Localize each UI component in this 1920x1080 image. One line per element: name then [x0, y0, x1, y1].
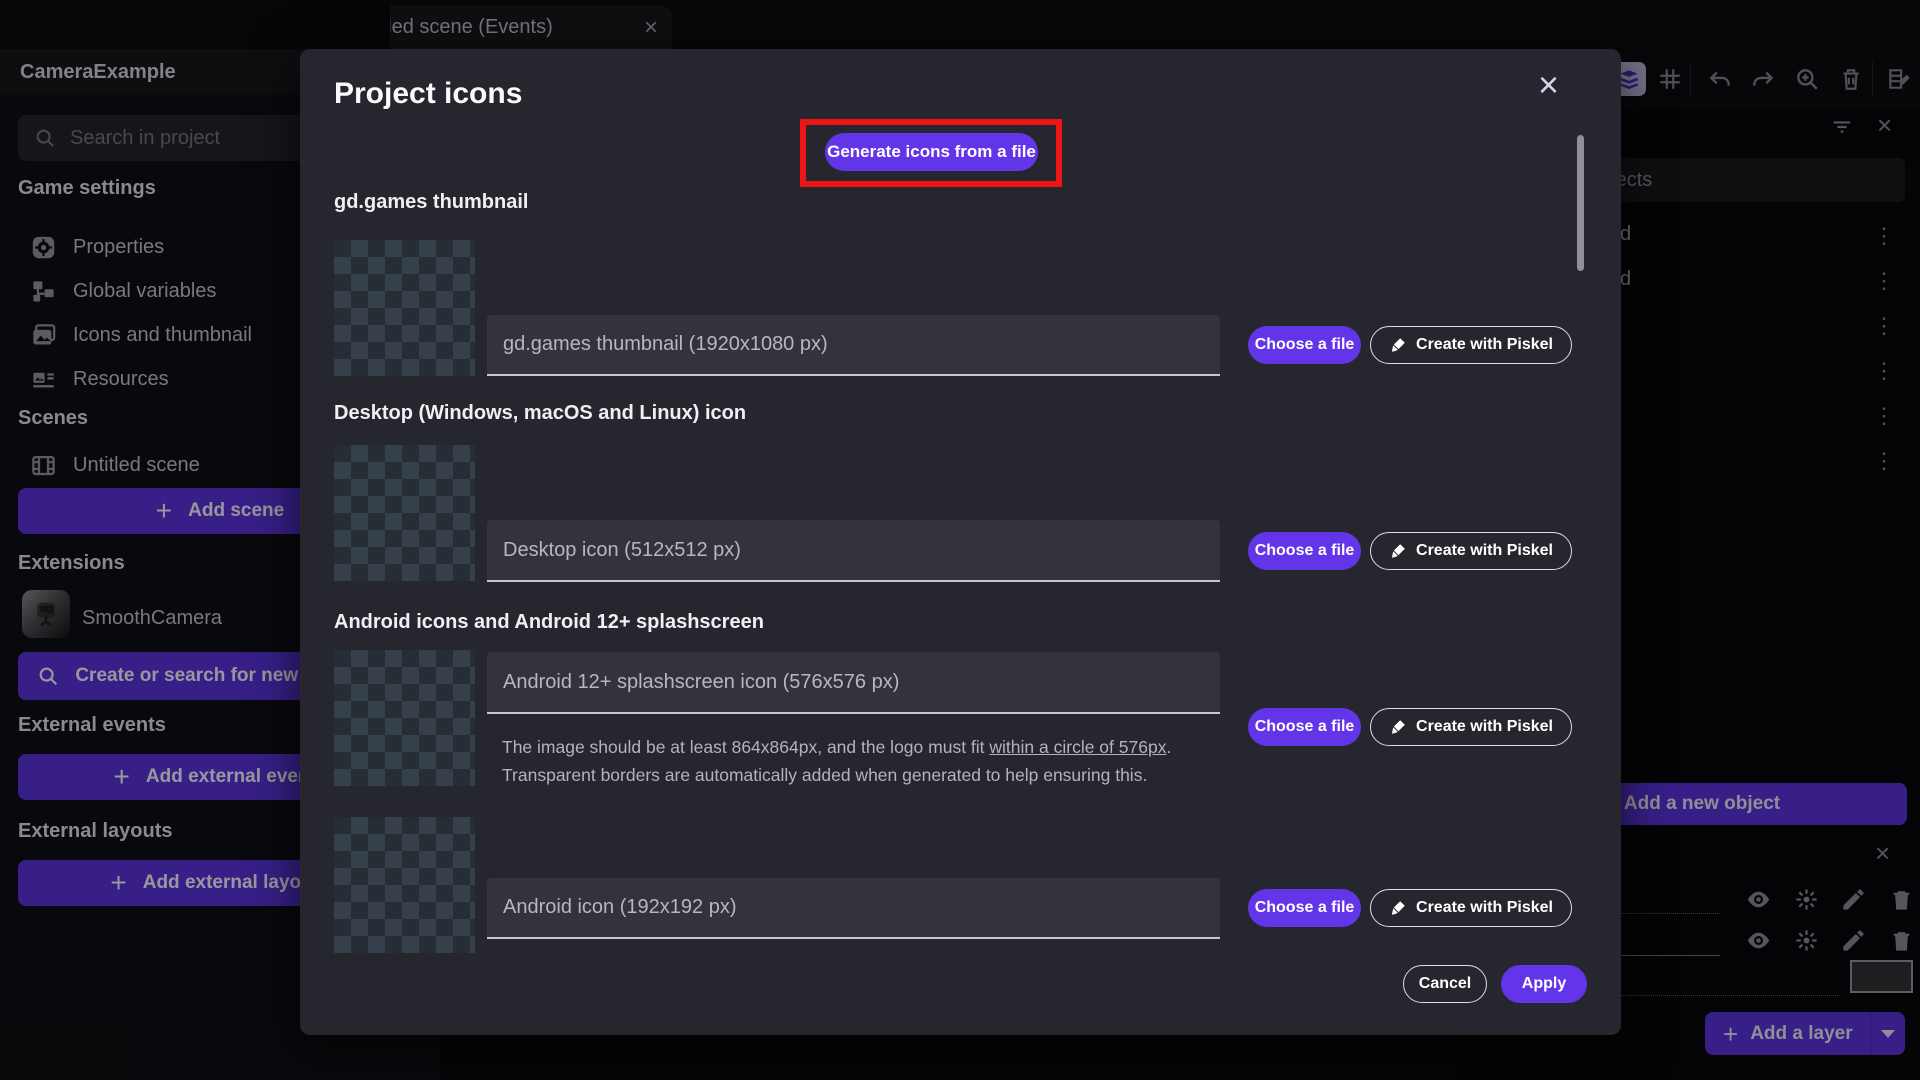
choose-file-button[interactable]: Choose a file	[1248, 326, 1361, 364]
choose-file-button[interactable]: Choose a file	[1248, 708, 1361, 746]
field-placeholder: Desktop icon (512x512 px)	[503, 538, 741, 561]
splashscreen-helper-text: The image should be at least 864x864px, …	[502, 737, 1171, 758]
field-placeholder: Android 12+ splashscreen icon (576x576 p…	[503, 670, 900, 693]
section-heading-desktop: Desktop (Windows, macOS and Linux) icon	[334, 402, 747, 424]
piskel-label: Create with Piskel	[1416, 718, 1553, 735]
create-with-piskel-button[interactable]: Create with Piskel	[1370, 532, 1572, 570]
circle-size-link[interactable]: within a circle of 576px	[989, 737, 1166, 757]
thumbnail-preview-desktop	[334, 445, 475, 581]
field-placeholder: Android icon (192x192 px)	[503, 896, 737, 918]
paintbrush-icon	[1391, 900, 1405, 915]
gdgames-thumbnail-field[interactable]: gd.games thumbnail (1920x1080 px)	[487, 315, 1220, 376]
paintbrush-icon	[1391, 337, 1405, 352]
section-heading-android: Android icons and Android 12+ splashscre…	[334, 611, 764, 633]
close-dialog-icon[interactable]: ×	[1538, 67, 1559, 103]
field-placeholder: gd.games thumbnail (1920x1080 px)	[503, 333, 828, 355]
paintbrush-icon	[1391, 719, 1405, 734]
helper-text: The image should be at least 864x864px, …	[502, 737, 990, 757]
generate-icons-button[interactable]: Generate icons from a file	[825, 133, 1038, 171]
piskel-label: Create with Piskel	[1416, 336, 1553, 353]
piskel-label: Create with Piskel	[1416, 542, 1553, 559]
project-icons-dialog: Project icons × Generate icons from a fi…	[300, 49, 1621, 1035]
choose-file-button[interactable]: Choose a file	[1248, 532, 1361, 570]
splashscreen-helper-text-2: Transparent borders are automatically ad…	[502, 765, 1148, 785]
create-with-piskel-button[interactable]: Create with Piskel	[1370, 326, 1572, 364]
dialog-title: Project icons	[334, 77, 523, 110]
android-icon-field[interactable]: Android icon (192x192 px)	[487, 878, 1220, 939]
create-with-piskel-button[interactable]: Create with Piskel	[1370, 708, 1572, 746]
dialog-scrollbar[interactable]	[1577, 135, 1584, 271]
section-heading-gdgames: gd.games thumbnail	[334, 191, 529, 213]
thumbnail-preview-splashscreen	[334, 650, 475, 786]
gdevelop-app: Untitled scene (Events) × CameraExample …	[0, 0, 1920, 1080]
piskel-label: Create with Piskel	[1416, 899, 1553, 916]
apply-button[interactable]: Apply	[1501, 965, 1587, 1003]
choose-file-button[interactable]: Choose a file	[1248, 889, 1361, 927]
cancel-button[interactable]: Cancel	[1403, 965, 1487, 1003]
create-with-piskel-button[interactable]: Create with Piskel	[1370, 889, 1572, 927]
paintbrush-icon	[1391, 543, 1405, 558]
thumbnail-preview-android-icon	[334, 817, 475, 953]
thumbnail-preview-gdgames	[334, 240, 475, 376]
helper-text: .	[1166, 737, 1172, 757]
android-splashscreen-field[interactable]: Android 12+ splashscreen icon (576x576 p…	[487, 652, 1220, 714]
desktop-icon-field[interactable]: Desktop icon (512x512 px)	[487, 520, 1220, 582]
